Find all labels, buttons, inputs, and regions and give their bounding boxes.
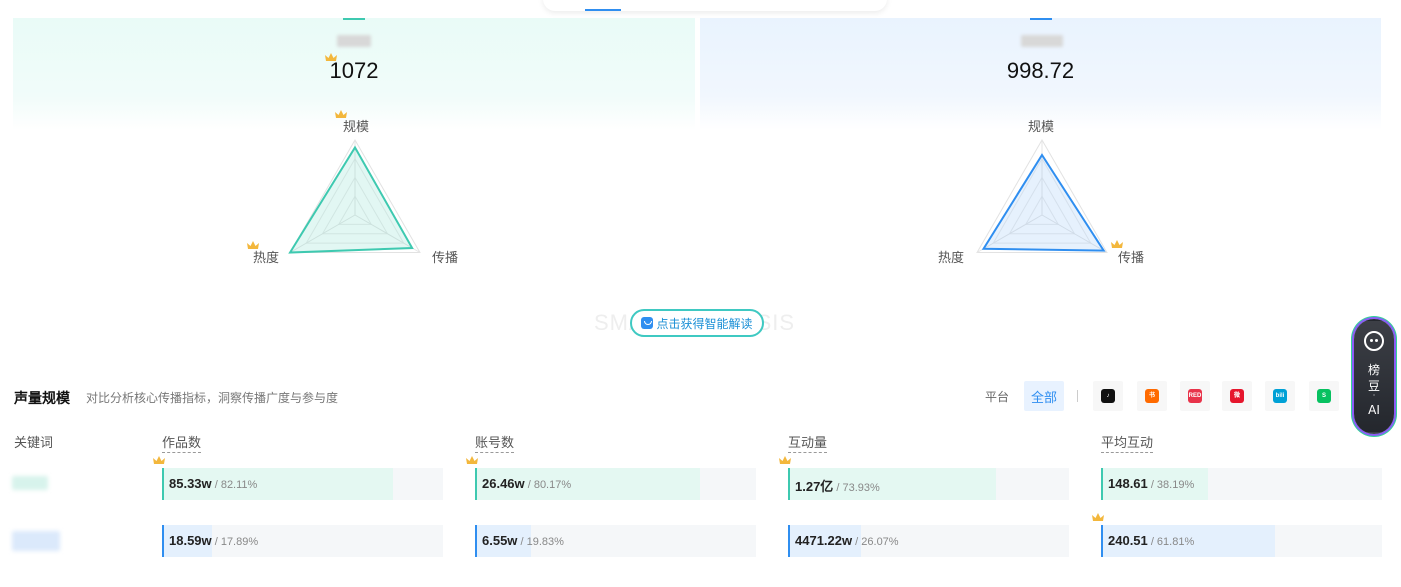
wechat-icon: S [1317,389,1331,403]
left-keyword-score-panel: 1072 [13,18,695,130]
platform-weibo-button[interactable]: 微 [1222,381,1252,411]
crown-icon [335,110,347,120]
crown-icon [1111,240,1123,250]
metric-value: 26.46w / 80.17% [482,476,571,491]
right-keyword-score-panel: 998.72 [700,18,1381,130]
crown-icon [779,456,791,466]
crown-icon [325,53,337,63]
panel-accent-tick [1029,18,1052,20]
platform-wechat-button[interactable]: S [1309,381,1339,411]
platform-bilibili-button[interactable]: bili [1265,381,1295,411]
redbook-icon: RED [1188,389,1202,403]
metric-value-number: 85.33w [169,476,212,491]
active-tab-indicator [585,9,621,11]
metric-value-number: 240.51 [1108,533,1148,548]
radar-axis-label-heat: 热度 [938,251,965,266]
keyword-name-redacted [1020,35,1063,47]
metric-bar-cell: 85.33w / 82.11% [162,468,443,500]
radar-axis-label-scale: 规模 [1028,120,1055,135]
metric-bar-cell: 240.51 / 61.81% [1101,525,1382,557]
crown-icon [1092,513,1104,523]
platform-filter-label: 平台 [985,390,1010,404]
section-title: 声量规模 [14,391,70,407]
metric-bar-edge [475,525,477,557]
column-header-accounts[interactable]: 账号数 [475,432,515,453]
metric-share-percent: / 19.83% [517,536,564,548]
metric-bar-edge [1101,525,1103,557]
keyword-redacted-row2 [12,531,60,551]
platform-redbook-button[interactable]: RED [1180,381,1210,411]
metric-share-percent: / 38.19% [1147,479,1195,491]
metric-share-percent: / 82.11% [211,479,258,491]
metric-value: 1.27亿 / 73.93% [795,476,880,495]
keyword-redacted-row1 [12,476,48,490]
metric-bar-edge [162,525,164,557]
ai-assistant-float-button[interactable]: 榜 豆 · AI [1354,319,1394,434]
metric-bar-cell: 4471.22w / 26.07% [788,525,1069,557]
metric-value: 6.55w / 19.83% [482,533,564,548]
ai-float-line3: AI [1368,403,1380,417]
radar-value-polygon [981,153,1106,252]
metric-value: 18.59w / 17.89% [169,533,258,548]
douyin-icon: ♪ [1101,389,1115,403]
platform-xiaohongshu-button[interactable]: 书 [1137,381,1167,411]
ai-float-line1: 榜 [1367,363,1380,377]
metric-bar-cell: 26.46w / 80.17% [475,468,756,500]
metric-bar-edge [1101,468,1103,500]
metric-value-number: 18.59w [169,533,212,548]
metric-bar-cell: 18.59w / 17.89% [162,525,443,557]
metric-share-percent: / 80.17% [524,479,572,491]
section-description: 对比分析核心传播指标，洞察传播广度与参与度 [86,391,339,405]
ai-chat-icon [641,317,654,329]
top-tab-bar[interactable] [543,0,887,11]
metric-bar-edge [162,468,164,500]
metric-value: 4471.22w / 26.07% [795,533,899,548]
metric-value: 85.33w / 82.11% [169,476,257,491]
column-header-interactions[interactable]: 互动量 [788,432,828,453]
platform-all-button[interactable]: 全部 [1024,381,1064,411]
right-score-value: 998.72 [1006,58,1075,83]
metric-bar-cell: 1.27亿 / 73.93% [788,468,1069,500]
divider [1077,390,1078,402]
metric-share-percent: / 61.81% [1147,536,1195,548]
xiaohongshu-icon: 书 [1145,389,1159,403]
metric-bar-edge [788,468,790,500]
robot-face-icon [1364,331,1384,351]
weibo-icon: 微 [1230,389,1244,403]
radar-value-polygon [288,145,414,254]
radar-axis-label-spread: 传播 [432,251,459,266]
metric-value-number: 4471.22w [795,533,853,548]
keyword-column-header: 关键词 [14,436,54,451]
bilibili-icon: bili [1273,389,1287,403]
crown-icon [247,241,259,251]
metric-bar-edge [788,525,790,557]
metric-value: 240.51 / 61.81% [1108,533,1194,548]
platform-douyin-button[interactable]: ♪ [1093,381,1123,411]
metric-value-number: 1.27亿 [795,479,834,494]
ai-float-dot: · [1372,391,1376,400]
metric-share-percent: / 17.89% [211,536,259,548]
crown-icon [153,456,165,466]
right-radar-chart [976,138,1108,253]
metric-bar-cell: 6.55w / 19.83% [475,525,756,557]
crown-icon [466,456,478,466]
metric-value: 148.61 / 38.19% [1108,476,1194,491]
metric-bar-cell: 148.61 / 38.19% [1101,468,1382,500]
left-score-value: 1072 [329,58,379,83]
left-radar-chart [288,138,421,254]
metric-value-number: 148.61 [1108,476,1148,491]
metric-bar-edge [475,468,477,500]
metric-value-number: 6.55w [482,533,518,548]
metric-share-percent: / 26.07% [852,536,899,548]
column-header-avg-interaction[interactable]: 平均互动 [1101,432,1154,453]
ai-interpretation-label: 点击获得智能解读 [656,316,753,331]
metric-value-number: 26.46w [482,476,525,491]
keyword-name-redacted [337,35,371,47]
ai-interpretation-button[interactable]: 点击获得智能解读 [630,309,764,337]
column-header-works[interactable]: 作品数 [162,432,202,453]
panel-accent-tick [343,18,365,20]
metric-share-percent: / 73.93% [833,482,880,494]
